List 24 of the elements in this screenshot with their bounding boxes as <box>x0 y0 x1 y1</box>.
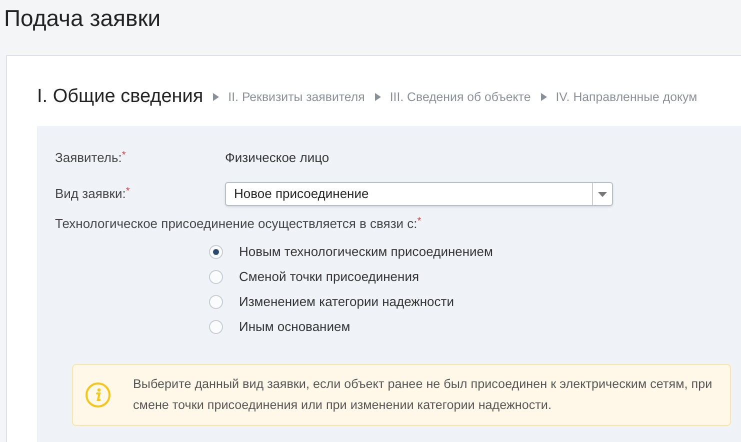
page-title: Подача заявки <box>3 4 162 33</box>
arrow-icon <box>213 93 220 101</box>
caret-icon <box>598 192 607 196</box>
field-label: Вид заявки: <box>55 186 126 202</box>
info-icon <box>85 382 111 408</box>
required-mark: * <box>126 186 130 198</box>
radio-label[interactable]: Сменой точки присоединения <box>239 267 420 287</box>
radio-button[interactable] <box>209 245 223 259</box>
notice-text: Выберите данный вид заявки, если объект ранее не был присоединен к электрическим сетям, при смене точки присоединения или при изменении категории надежности. <box>133 376 714 414</box>
required-mark: * <box>417 216 422 227</box>
arrow-icon <box>374 93 381 101</box>
radio-button[interactable] <box>209 295 223 309</box>
field-value: Физическое лицо <box>225 149 330 168</box>
group-label: Технологическое присоединение осуществляется в связи с: <box>55 216 418 231</box>
radio-button[interactable] <box>209 320 223 334</box>
select-field[interactable]: Новое присоединение <box>225 182 613 206</box>
field-label: Заявитель: <box>55 150 122 166</box>
required-mark: * <box>122 150 126 162</box>
radio-label[interactable]: Иным основанием <box>239 317 350 337</box>
radio-label[interactable]: Новым технологическим присоединением <box>239 242 493 262</box>
radio-button[interactable] <box>209 270 223 284</box>
arrow-icon <box>540 93 547 101</box>
radio-label[interactable]: Изменением категории надежности <box>239 292 454 312</box>
step-tab[interactable]: I. Общие сведения <box>37 82 204 112</box>
